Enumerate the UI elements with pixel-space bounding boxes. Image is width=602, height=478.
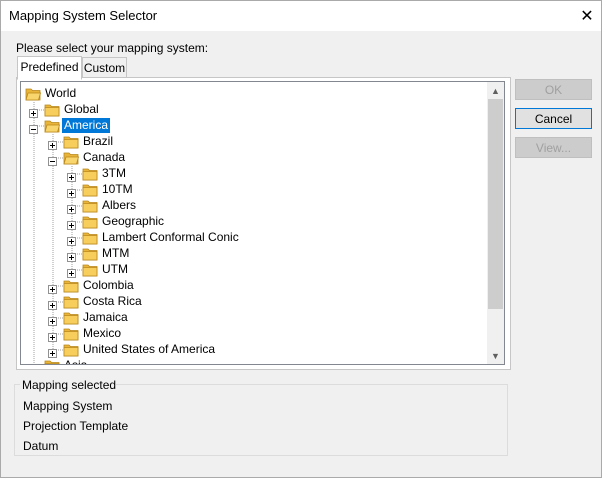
expand-icon[interactable] [29,106,38,118]
tree-item-label: Brazil [83,134,114,148]
tree-item[interactable]: Colombia [21,278,485,294]
tree-item[interactable]: Brazil [21,134,485,150]
tree-item[interactable]: Jamaica [21,310,485,326]
tab-predefined[interactable]: Predefined [17,56,82,80]
tree-item[interactable]: Costa Rica [21,294,485,310]
select-prompt-label: Please select your mapping system: [16,41,209,55]
folder-icon [44,103,60,117]
tree-vertical-scrollbar[interactable]: ▲ ▼ [487,82,504,364]
projection-template-label: Projection Template [23,419,129,433]
expand-icon[interactable] [67,186,76,198]
folder-icon [82,183,98,197]
tree-item-label: Asia [62,358,89,364]
tree-item-label: 3TM [102,166,126,180]
cancel-button[interactable]: Cancel [515,108,592,129]
folder-icon [82,167,98,181]
folder-icon [82,199,98,213]
expand-icon[interactable] [48,330,57,342]
folder-icon [82,247,98,261]
scroll-up-icon[interactable]: ▲ [487,82,504,99]
tree-item[interactable]: World [21,86,485,102]
folder-icon [82,263,98,277]
folder-icon [44,359,60,364]
tree-item[interactable]: America [21,118,485,134]
expand-icon[interactable] [48,298,57,310]
tree-item-label: Costa Rica [83,294,142,308]
folder-icon [63,295,79,309]
expand-icon[interactable] [48,314,57,326]
expand-icon[interactable] [67,218,76,230]
tree-item[interactable]: Geographic [21,214,485,230]
window-title: Mapping System Selector [9,8,158,23]
expand-icon[interactable] [48,282,57,294]
folder-icon [63,151,80,165]
folder-icon [82,215,98,229]
expand-icon[interactable] [48,346,57,358]
scroll-down-icon[interactable]: ▼ [487,347,504,364]
tree-item[interactable]: Albers [21,198,485,214]
mapping-system-label: Mapping System [23,399,113,413]
folder-icon [82,231,98,245]
tree-item[interactable]: UTM [21,262,485,278]
tree-item-label: Canada [83,150,126,164]
expand-icon[interactable] [67,234,76,246]
tree-item-label: Global [64,102,99,116]
datum-label: Datum [23,439,59,453]
folder-icon [63,311,79,325]
tree-item[interactable]: United States of America [21,342,485,358]
tree-item-label: 10TM [102,182,133,196]
tree-item-label: Colombia [83,278,134,292]
tree-item-label: Lambert Conformal Conic [102,230,239,244]
scrollbar-thumb[interactable] [488,99,503,309]
tree-item-label: UTM [102,262,128,276]
tree-item[interactable]: Global [21,102,485,118]
tree-item-label: Albers [102,198,137,212]
title-bar: Mapping System Selector ✕ [0,0,602,31]
folder-icon [63,327,79,341]
tree-item-label: Mexico [83,326,122,340]
predefined-tab-panel: World Global America Brazil Canada 3TM 10TM Alb… [16,77,511,370]
tree-item[interactable]: 3TM [21,166,485,182]
expand-icon[interactable] [67,266,76,278]
collapse-icon[interactable] [48,154,57,166]
folder-icon [25,87,42,101]
folder-icon [63,279,79,293]
tree-item-label: America [62,118,111,133]
tree-item[interactable]: Lambert Conformal Conic [21,230,485,246]
tree-item[interactable]: MTM [21,246,485,262]
tree-rows: World Global America Brazil Canada 3TM 10TM Alb… [21,82,485,364]
tree-item[interactable]: Asia [21,358,485,364]
folder-icon [63,135,79,149]
close-icon[interactable]: ✕ [572,0,602,31]
folder-icon [63,343,79,357]
mapping-selected-title: Mapping selected [22,378,117,392]
folder-icon [44,119,61,133]
expand-icon[interactable] [29,362,38,364]
tree-item-label: Geographic [102,214,165,228]
tree-item-label: Jamaica [83,310,128,324]
tree-item-label: World [45,86,77,100]
tree-item[interactable]: Canada [21,150,485,166]
tree-item[interactable]: 10TM [21,182,485,198]
tree-item-label: MTM [102,246,130,260]
expand-icon[interactable] [67,250,76,262]
ok-button[interactable]: OK [515,79,592,100]
tab-custom[interactable]: Custom [82,57,127,79]
expand-icon[interactable] [67,170,76,182]
collapse-icon[interactable] [29,122,38,134]
tree-item-label: United States of America [83,342,216,356]
view-button[interactable]: View... [515,137,592,158]
expand-icon[interactable] [67,202,76,214]
mapping-system-tree[interactable]: World Global America Brazil Canada 3TM 10TM Alb… [20,81,505,365]
tree-item[interactable]: Mexico [21,326,485,342]
expand-icon[interactable] [48,138,57,150]
